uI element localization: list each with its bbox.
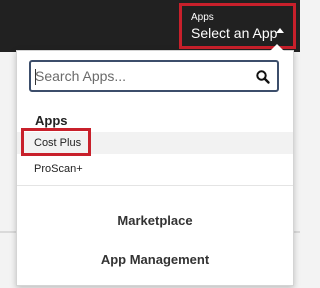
app-item-proscan-plus[interactable]: ProScan+ <box>17 158 293 180</box>
divider <box>17 185 293 186</box>
app-management-link[interactable]: App Management <box>17 252 293 267</box>
app-switcher-current: Select an App <box>191 25 278 41</box>
search-input[interactable] <box>33 66 245 86</box>
marketplace-link[interactable]: Marketplace <box>17 213 293 228</box>
search-box <box>29 60 279 92</box>
text-cursor <box>35 69 36 85</box>
apps-dropdown-menu: Apps Cost Plus ProScan+ Marketplace App … <box>16 44 294 286</box>
top-bar: Apps Select an App <box>0 0 300 52</box>
app-item-label: ProScan+ <box>34 163 83 175</box>
app-switcher-button[interactable]: Apps Select an App <box>179 3 296 49</box>
highlight-box <box>21 128 91 156</box>
search-icon[interactable] <box>255 69 271 85</box>
caret-up-icon <box>276 28 284 33</box>
dropdown-pointer <box>270 44 284 51</box>
app-switcher-small-label: Apps <box>191 12 214 23</box>
apps-section-heading: Apps <box>35 113 68 128</box>
